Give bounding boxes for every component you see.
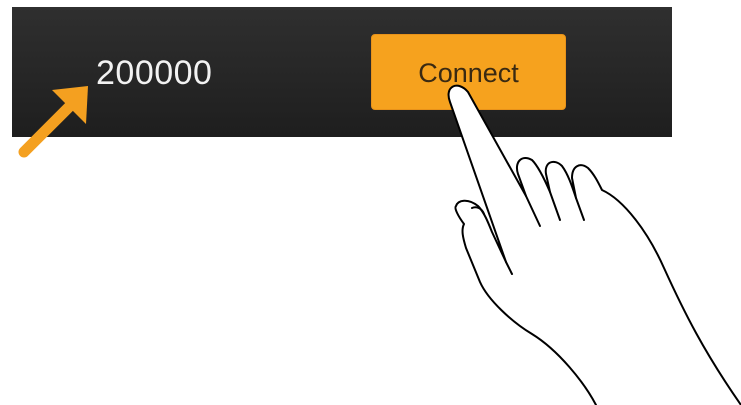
arrow-up-right-icon <box>18 86 88 158</box>
tutorial-illustration: 200000 Connect <box>0 0 741 405</box>
value-display: 200000 <box>96 54 213 92</box>
pointing-hand-icon <box>447 84 741 405</box>
